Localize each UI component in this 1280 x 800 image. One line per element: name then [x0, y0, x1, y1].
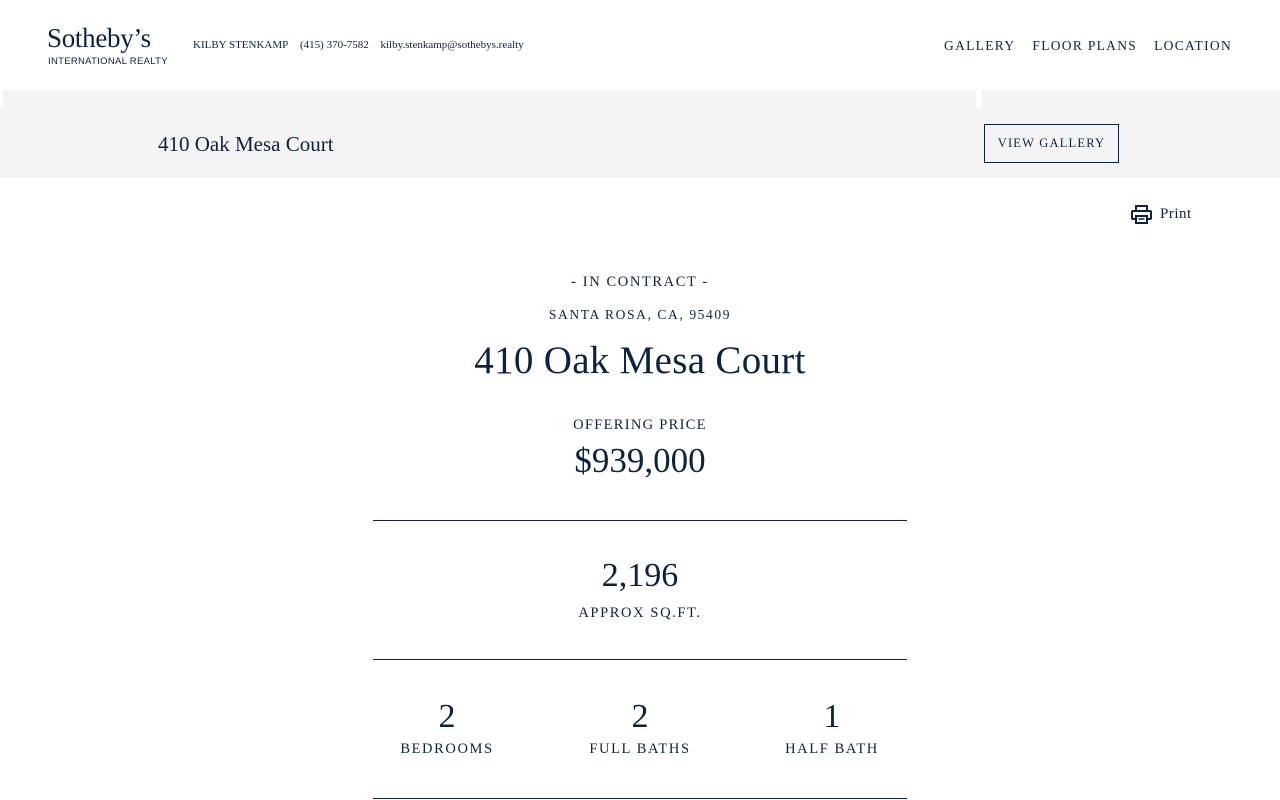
stat-full-baths: 2 FULL BATHS — [540, 697, 740, 758]
stat-value: 2 — [438, 698, 456, 735]
listing-status: - IN CONTRACT - — [571, 274, 709, 290]
agent-phone[interactable]: (415) 370-7582 — [300, 39, 369, 51]
printer-icon — [1131, 205, 1152, 224]
stat-label: BEDROOMS — [400, 741, 494, 757]
sothebys-logo[interactable]: Sotheby’s INTERNATIONAL REALTY — [47, 24, 177, 70]
header-divider-left — [3, 90, 976, 108]
nav-location[interactable]: LOCATION — [1154, 38, 1232, 54]
main-nav: GALLERY FLOOR PLANS LOCATION — [944, 38, 1232, 54]
sqft-label: APPROX SQ.FT. — [578, 605, 702, 621]
agent-info: KILBY STENKAMP (415) 370-7582 kilby.sten… — [193, 39, 533, 51]
stat-label: FULL BATHS — [589, 741, 691, 757]
print-button[interactable]: Print — [1131, 205, 1192, 224]
nav-gallery[interactable]: GALLERY — [944, 38, 1015, 54]
listing-city: SANTA ROSA, CA, 95409 — [548, 307, 732, 322]
agent-name: KILBY STENKAMP — [193, 39, 289, 51]
stat-value: 1 — [823, 698, 841, 735]
logo-wordmark: Sotheby’s — [47, 23, 151, 53]
listing-address: 410 Oak Mesa Court — [474, 339, 806, 382]
site-header: Sotheby’s INTERNATIONAL REALTY KILBY STE… — [0, 0, 1280, 90]
stat-bedrooms: 2 BEDROOMS — [347, 697, 547, 758]
subbar-title: 410 Oak Mesa Court — [158, 132, 334, 156]
property-subbar: 410 Oak Mesa Court VIEW GALLERY — [0, 108, 1280, 178]
print-label: Print — [1160, 206, 1192, 222]
nav-floor-plans[interactable]: FLOOR PLANS — [1032, 38, 1137, 54]
stat-half-bath: 1 HALF BATH — [732, 697, 932, 758]
divider — [373, 798, 907, 799]
logo-subtitle: INTERNATIONAL REALTY — [48, 56, 168, 67]
stat-label: HALF BATH — [785, 741, 879, 757]
agent-email[interactable]: kilby.stenkamp@sothebys.realty — [381, 39, 524, 51]
offering-price: $939,000 — [574, 441, 706, 480]
stat-value: 2 — [631, 698, 649, 735]
header-divider-right — [982, 90, 1280, 108]
divider — [373, 659, 907, 660]
offering-price-label: OFFERING PRICE — [573, 417, 707, 433]
sqft-value: 2,196 — [601, 557, 679, 594]
view-gallery-button[interactable]: VIEW GALLERY — [984, 124, 1119, 163]
divider — [373, 520, 907, 521]
